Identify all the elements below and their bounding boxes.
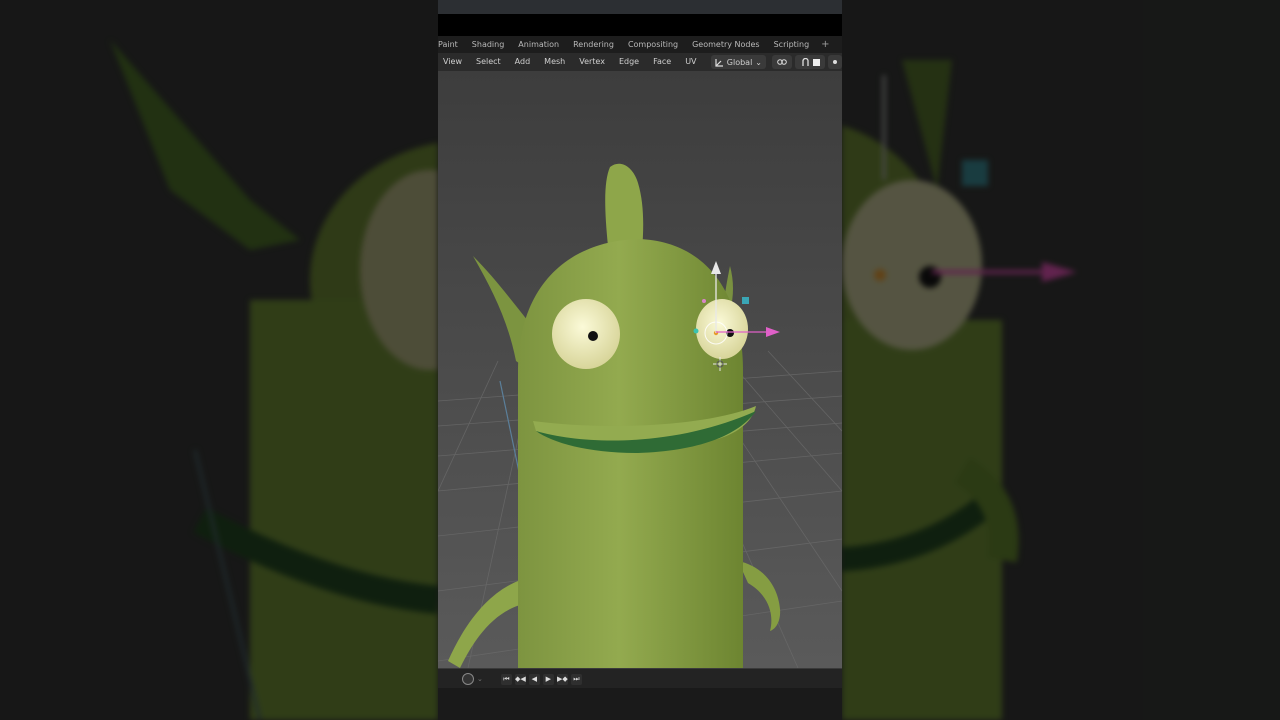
transform-orientation-icon (715, 58, 723, 67)
transform-orientation-dropdown[interactable]: Global ⌄ (710, 55, 766, 69)
playback-controls: ⏮ ◆◀ ◀ ▶ ▶◆ ⏭ (500, 673, 582, 685)
menu-edge[interactable]: Edge (612, 53, 646, 71)
gizmo-x-arrow-icon[interactable] (766, 327, 780, 337)
play-icon[interactable]: ▶ (542, 673, 554, 685)
character-antenna (605, 163, 644, 251)
proportional-editing-icon (833, 60, 837, 64)
tab-shading[interactable]: Shading (465, 36, 512, 53)
character-arm-right (738, 561, 781, 631)
chevron-down-icon: ⌄ (477, 675, 483, 683)
gizmo-pink-handle-icon[interactable] (702, 299, 706, 303)
gizmo-z-arrow-icon[interactable] (711, 261, 721, 274)
character-eye-right (696, 299, 748, 359)
timeline-bar: ⌄ ⏮ ◆◀ ◀ ▶ ▶◆ ⏭ (438, 668, 842, 689)
blurred-backdrop-left (0, 0, 438, 720)
snap-button[interactable] (795, 55, 825, 69)
transform-orientation-value: Global (726, 57, 753, 67)
menu-mesh[interactable]: Mesh (537, 53, 572, 71)
pivot-link-button[interactable] (772, 55, 792, 69)
jump-end-icon[interactable]: ⏭ (570, 673, 582, 685)
tab-animation[interactable]: Animation (511, 36, 566, 53)
tab-geometry-nodes[interactable]: Geometry Nodes (685, 36, 766, 53)
menu-view[interactable]: View (438, 53, 469, 71)
link-icon (777, 59, 787, 65)
snap-target-swatch (812, 58, 820, 66)
character-eye-left (552, 299, 620, 369)
next-keyframe-icon[interactable]: ▶◆ (556, 673, 568, 685)
tab-paint[interactable]: Paint (438, 36, 465, 53)
workspace-tabs: Paint Shading Animation Rendering Compos… (438, 36, 842, 53)
chevron-down-icon: ⌄ (755, 57, 762, 67)
viewport-header: View Select Add Mesh Vertex Edge Face UV… (438, 53, 842, 71)
menu-uv[interactable]: UV (678, 53, 703, 71)
jump-start-icon[interactable]: ⏮ (500, 673, 512, 685)
prev-keyframe-icon[interactable]: ◆◀ (514, 673, 526, 685)
3d-viewport[interactable] (438, 71, 842, 668)
auto-keying-icon[interactable] (462, 673, 474, 685)
menu-vertex[interactable]: Vertex (572, 53, 612, 71)
top-strip (438, 0, 842, 14)
menu-select[interactable]: Select (469, 53, 508, 71)
tab-compositing[interactable]: Compositing (621, 36, 685, 53)
snap-icon (801, 57, 809, 66)
bottom-bar (438, 688, 842, 720)
tab-rendering[interactable]: Rendering (566, 36, 621, 53)
menu-face[interactable]: Face (646, 53, 678, 71)
gizmo-plane-handle-icon[interactable] (742, 297, 749, 304)
menu-add[interactable]: Add (508, 53, 538, 71)
tab-scripting[interactable]: Scripting (767, 36, 817, 53)
add-workspace-icon[interactable]: + (816, 39, 834, 50)
character-arm-left (448, 581, 523, 668)
gizmo-y-handle-icon[interactable] (693, 328, 699, 334)
play-reverse-icon[interactable]: ◀ (528, 673, 540, 685)
blurred-backdrop-right (842, 0, 1280, 720)
proportional-editing-button[interactable] (828, 55, 842, 69)
blender-window: Paint Shading Animation Rendering Compos… (438, 0, 842, 720)
